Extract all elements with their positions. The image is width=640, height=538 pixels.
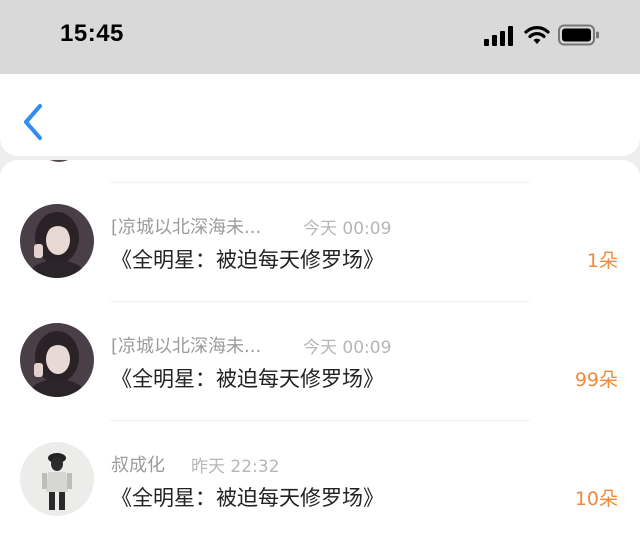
avatar[interactable] xyxy=(20,323,94,397)
signal-icon xyxy=(484,26,513,46)
book-title: 《全明星：被迫每天修罗场》 xyxy=(111,248,384,272)
item-time: 今天 00:09 xyxy=(303,219,392,239)
screen: 15:45 [凉城以北深海未... 今天 00:09 《全明星：被迫每天修罗场》… xyxy=(0,0,640,538)
user-name: [凉城以北深海未... xyxy=(111,217,262,238)
wifi-icon xyxy=(524,26,550,44)
list-item[interactable]: [凉城以北深海未... 今天 00:09 《全明星：被迫每天修罗场》 99朵 xyxy=(0,279,640,397)
user-name: 叔成化 xyxy=(111,455,165,476)
battery-icon xyxy=(558,24,599,46)
flower-count: 10朵 xyxy=(574,488,618,510)
back-button[interactable] xyxy=(16,100,52,144)
avatar-girl-dark-icon xyxy=(20,204,94,278)
gift-list: [凉城以北深海未... 今天 00:09 《全明星：被迫每天修罗场》 1朵 [凉… xyxy=(0,160,640,538)
avatar[interactable] xyxy=(20,442,94,516)
avatar-figure-light-icon xyxy=(20,442,94,516)
flower-count: 99朵 xyxy=(574,369,618,391)
chevron-left-icon xyxy=(24,104,42,140)
nav-bar xyxy=(0,74,640,156)
avatar-girl-dark-icon xyxy=(20,323,94,397)
book-title: 《全明星：被迫每天修罗场》 xyxy=(111,486,384,510)
book-title: 《全明星：被迫每天修罗场》 xyxy=(111,367,384,391)
status-bar: 15:45 xyxy=(0,0,640,74)
list-item[interactable]: 叔成化 昨天 22:32 《全明星：被迫每天修罗场》 10朵 xyxy=(0,398,640,516)
list-item[interactable]: [凉城以北深海未... 今天 00:09 《全明星：被迫每天修罗场》 1朵 xyxy=(0,160,640,278)
avatar[interactable] xyxy=(20,204,94,278)
flower-count: 1朵 xyxy=(586,250,618,272)
status-time: 15:45 xyxy=(60,20,124,47)
item-time: 昨天 22:32 xyxy=(191,457,280,477)
user-name: [凉城以北深海未... xyxy=(111,336,262,357)
item-time: 今天 00:09 xyxy=(303,338,392,358)
